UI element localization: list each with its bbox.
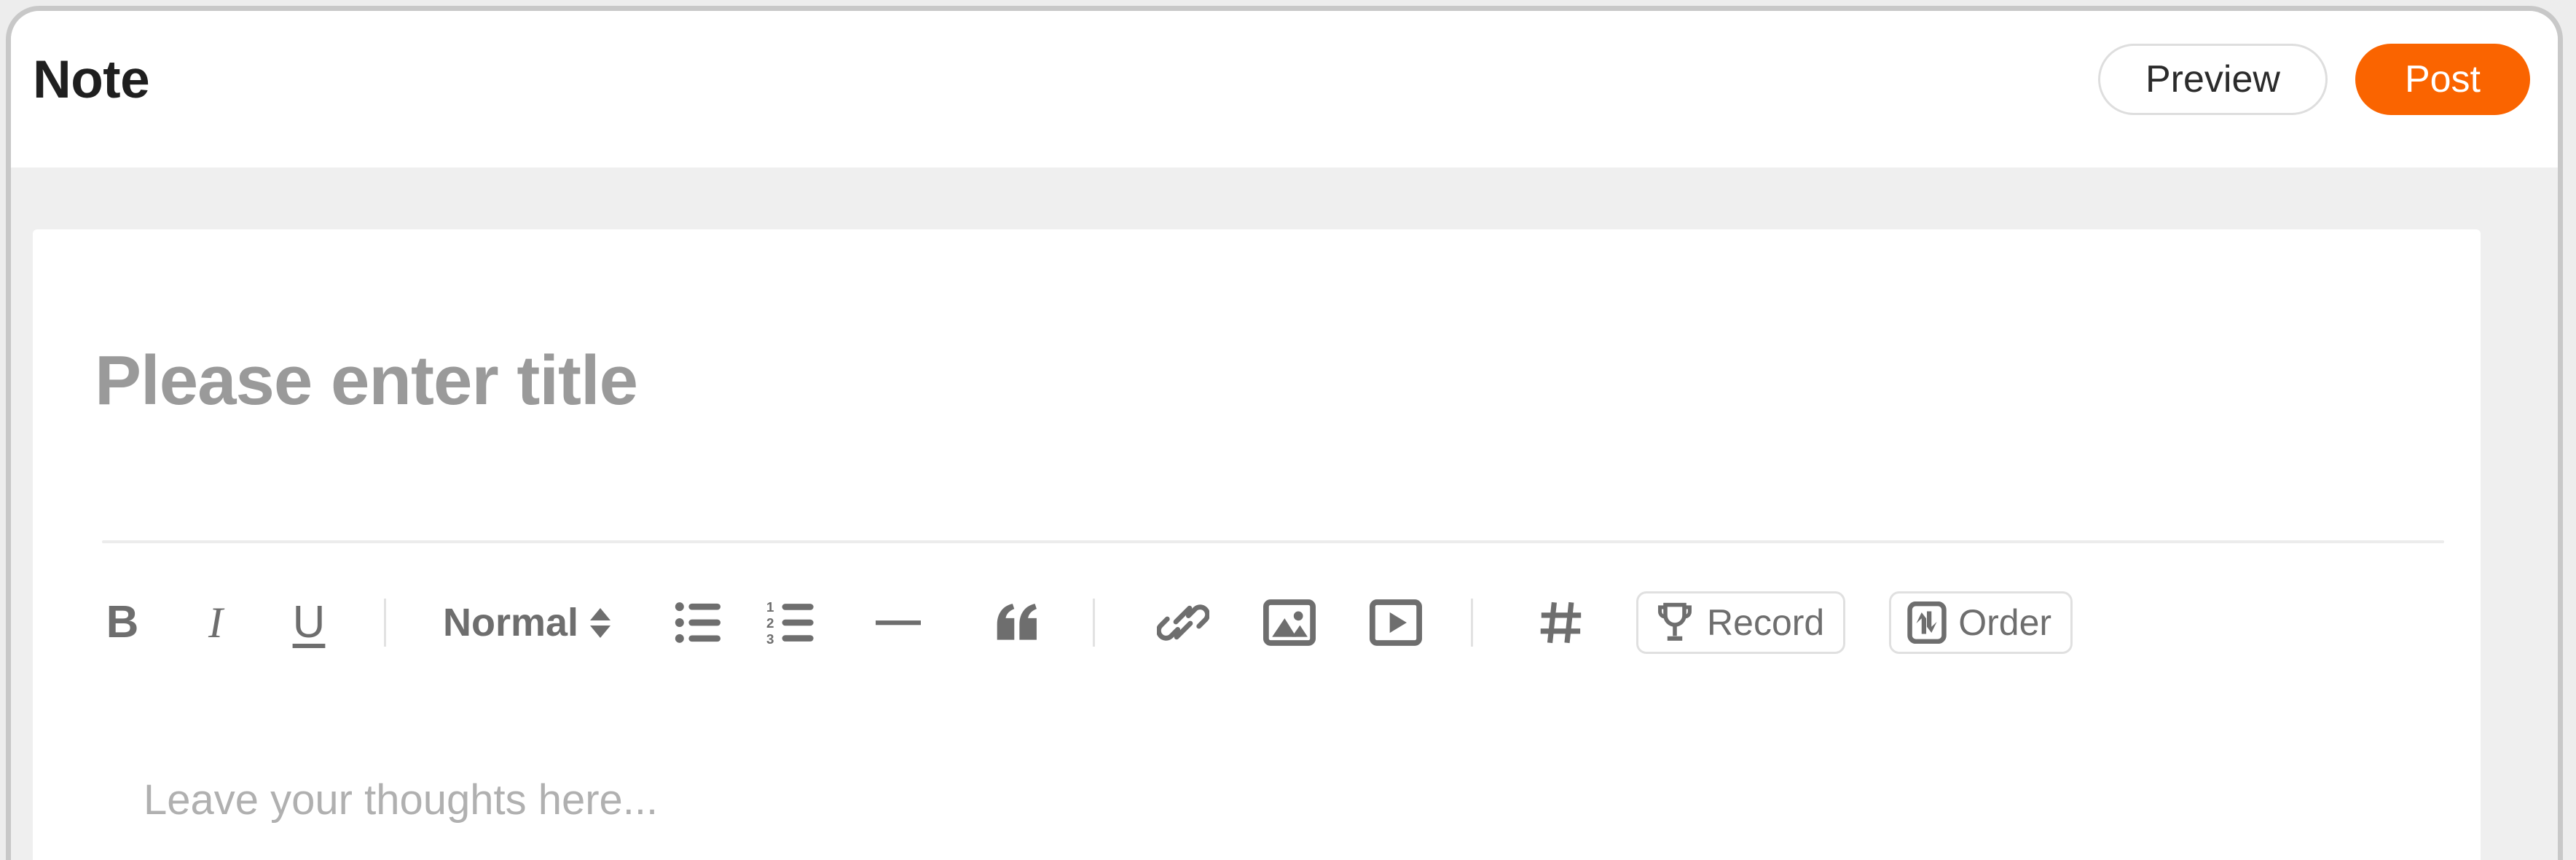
italic-button[interactable]: I — [184, 586, 247, 659]
header-actions: Preview Post — [2097, 44, 2530, 115]
bold-icon: B — [106, 597, 139, 647]
image-icon — [1263, 599, 1316, 646]
video-icon — [1370, 599, 1423, 646]
app-window: Note Preview Post Please enter title B I — [6, 6, 2563, 860]
italic-icon: I — [208, 599, 223, 647]
record-button-label: Record — [1707, 602, 1825, 643]
order-button-label: Order — [1958, 602, 2052, 643]
preview-button[interactable]: Preview — [2097, 44, 2328, 115]
numbered-list-icon: 1 2 3 — [766, 600, 814, 645]
image-button[interactable] — [1258, 586, 1321, 659]
toolbar-divider-1 — [384, 599, 386, 647]
trophy-icon — [1658, 602, 1692, 641]
order-arrows-icon — [1907, 601, 1947, 644]
bold-button[interactable]: B — [91, 586, 154, 659]
underline-button[interactable]: U — [278, 586, 340, 659]
link-button[interactable] — [1152, 586, 1214, 659]
chevron-updown-icon — [590, 607, 611, 638]
title-input[interactable]: Please enter title — [95, 346, 638, 416]
toolbar-divider-2 — [1093, 599, 1096, 647]
page-title: Note — [33, 50, 150, 109]
svg-text:3: 3 — [766, 631, 774, 645]
record-button[interactable]: Record — [1636, 591, 1846, 654]
underline-icon: U — [292, 597, 326, 647]
toolbar-divider-3 — [1471, 599, 1474, 647]
editor-card: Please enter title B I U Normal 1 2 3 Re… — [33, 229, 2481, 860]
editor-toolbar: B I U Normal 1 2 3 Record Order — [91, 579, 2073, 666]
horizontal-rule-button[interactable] — [867, 586, 930, 659]
video-button[interactable] — [1364, 586, 1427, 659]
screen-root: Note Preview Post Please enter title B I — [0, 0, 2576, 860]
link-icon — [1157, 604, 1210, 641]
body-input[interactable]: Leave your thoughts here... — [144, 779, 658, 821]
hashtag-icon — [1540, 601, 1582, 644]
numbered-list-button[interactable]: 1 2 3 — [761, 586, 823, 659]
app-header: Note Preview Post — [11, 11, 2558, 167]
paragraph-style-select[interactable]: Normal — [443, 601, 611, 644]
svg-text:2: 2 — [766, 615, 774, 631]
hashtag-button[interactable] — [1530, 586, 1593, 659]
bulleted-list-icon — [675, 602, 721, 643]
svg-text:1: 1 — [766, 600, 774, 615]
post-button[interactable]: Post — [2355, 44, 2530, 115]
paragraph-style-value: Normal — [443, 601, 579, 644]
bulleted-list-button[interactable] — [667, 586, 730, 659]
blockquote-icon — [997, 604, 1037, 640]
order-button[interactable]: Order — [1889, 591, 2073, 654]
title-divider — [102, 540, 2444, 543]
horizontal-rule-icon — [876, 620, 922, 626]
blockquote-button[interactable] — [986, 586, 1049, 659]
